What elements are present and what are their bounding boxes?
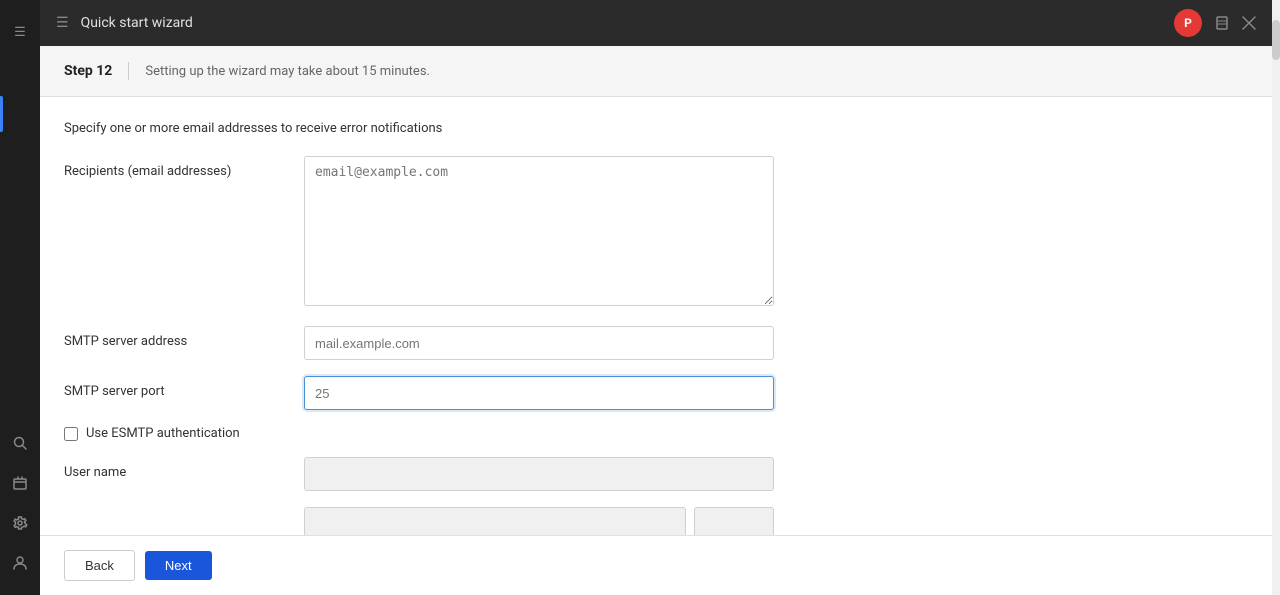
esmtp-label[interactable]: Use ESMTP authentication — [86, 426, 240, 441]
bookmark-icon[interactable] — [1214, 15, 1230, 31]
next-button[interactable]: Next — [145, 551, 212, 580]
username-label: User name — [64, 457, 304, 480]
wizard-panel: Step 12 Setting up the wizard may take a… — [40, 46, 1272, 595]
scrollbar[interactable] — [1272, 0, 1280, 595]
title-bar: ☰ Quick start wizard P — [40, 0, 1272, 46]
recipients-input-wrap — [304, 156, 774, 310]
esmtp-row: Use ESMTP authentication — [64, 426, 1248, 441]
password-input[interactable] — [304, 507, 686, 535]
password-row — [64, 507, 1248, 535]
sidebar-item-menu[interactable]: ☰ — [4, 16, 36, 48]
recipients-label: Recipients (email addresses) — [64, 156, 304, 179]
sidebar-accent — [0, 96, 3, 132]
username-input-wrap — [304, 457, 774, 491]
step-divider — [128, 62, 129, 80]
smtp-address-label: SMTP server address — [64, 326, 304, 349]
recipients-row: Recipients (email addresses) — [64, 156, 1248, 310]
back-button[interactable]: Back — [64, 550, 135, 581]
esmtp-checkbox[interactable] — [64, 427, 78, 441]
step-label: Step 12 — [64, 63, 112, 79]
recipients-textarea[interactable] — [304, 156, 774, 306]
avatar-button[interactable]: P — [1174, 9, 1202, 37]
wizard-footer: Back Next — [40, 535, 1272, 595]
smtp-port-input[interactable] — [304, 376, 774, 410]
smtp-port-row: SMTP server port — [64, 376, 1248, 410]
page-title: Quick start wizard — [81, 15, 193, 31]
sidebar: ☰ — [0, 0, 40, 595]
smtp-address-row: SMTP server address — [64, 326, 1248, 360]
smtp-port-label: SMTP server port — [64, 376, 304, 399]
username-input[interactable] — [304, 457, 774, 491]
smtp-port-input-wrap — [304, 376, 774, 410]
sidebar-item-settings[interactable] — [4, 507, 36, 539]
hamburger-icon[interactable]: ☰ — [56, 15, 69, 31]
close-button[interactable] — [1242, 16, 1256, 30]
password-label — [64, 507, 304, 515]
wizard-content: Specify one or more email addresses to r… — [40, 97, 1272, 535]
sidebar-item-user[interactable] — [4, 547, 36, 579]
scroll-thumb[interactable] — [1272, 20, 1280, 60]
step-header: Step 12 Setting up the wizard may take a… — [40, 46, 1272, 97]
password-input-wrap — [304, 507, 774, 535]
notification-description: Specify one or more email addresses to r… — [64, 121, 1248, 136]
sidebar-item-package[interactable] — [4, 467, 36, 499]
step-description: Setting up the wizard may take about 15 … — [145, 64, 430, 79]
smtp-address-input-wrap — [304, 326, 774, 360]
sidebar-item-search[interactable] — [4, 427, 36, 459]
smtp-address-input[interactable] — [304, 326, 774, 360]
username-row: User name — [64, 457, 1248, 491]
password-confirm-input[interactable] — [694, 507, 774, 535]
